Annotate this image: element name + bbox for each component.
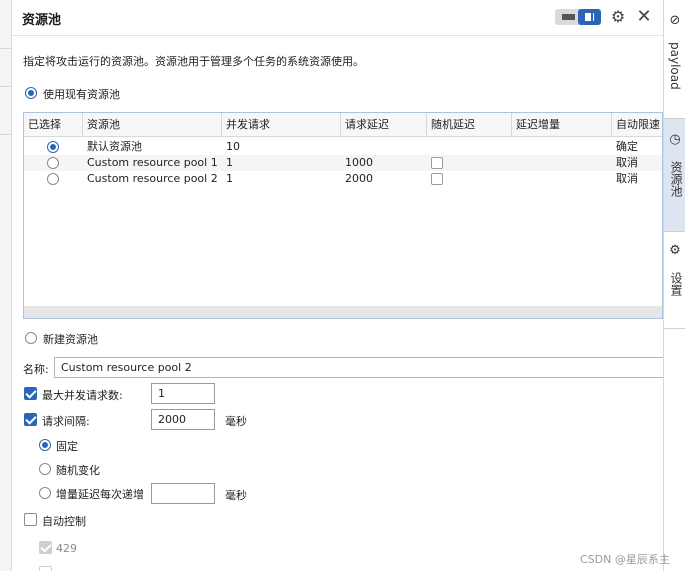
max-concurrent-label: 最大并发请求数: — [42, 389, 123, 402]
sidebar-tab-label: payload — [668, 42, 682, 90]
sidebar-tab-settings[interactable]: ⚙ 设置 — [664, 232, 685, 328]
column-header-concurrent[interactable]: 并发请求 — [222, 113, 341, 137]
auto-control-label: 自动控制 — [42, 515, 86, 528]
close-icon[interactable]: ✕ — [635, 8, 653, 26]
row-pool-name: Custom resource pool 1 — [87, 156, 218, 169]
status-429-checkbox — [39, 541, 52, 554]
row-throttle: 取消 — [616, 172, 638, 185]
column-header-delay-increment[interactable]: 延迟增量 — [512, 113, 612, 137]
row-throttle: 确定 — [616, 140, 638, 153]
gear-icon: ⚙ — [669, 243, 681, 258]
create-new-pool-radio[interactable] — [25, 332, 37, 344]
gear-icon[interactable]: ⚙ — [609, 8, 627, 26]
left-strip-divider — [0, 134, 11, 135]
table-row[interactable]: Custom resource pool 1 1 1000 取消 — [24, 155, 662, 171]
row-concurrent: 10 — [226, 140, 240, 153]
request-interval-checkbox[interactable] — [24, 413, 37, 426]
row-select-radio[interactable] — [47, 173, 59, 185]
row-random-delay-checkbox[interactable] — [431, 173, 443, 185]
table-row[interactable]: 默认资源池 10 确定 — [24, 139, 662, 155]
table-row[interactable]: Custom resource pool 2 1 2000 取消 — [24, 171, 662, 187]
pool-name-input[interactable] — [54, 357, 663, 378]
sidebar-divider — [664, 328, 685, 329]
column-header-pool[interactable]: 资源池 — [83, 113, 222, 137]
column-header-delay[interactable]: 请求延迟 — [341, 113, 427, 137]
table-header: 已选择 资源池 并发请求 请求延迟 随机延迟 延迟增量 自动限速 — [24, 113, 662, 137]
pool-name-label: 名称: — [23, 363, 49, 376]
max-concurrent-checkbox[interactable] — [24, 387, 37, 400]
right-sidebar: ⊘ payload ◷ 资源池 ⚙ 设置 — [663, 0, 685, 571]
column-header-selected[interactable]: 已选择 — [24, 113, 83, 137]
sidebar-tab-label: 资源池 — [669, 161, 683, 197]
status-next-checkbox — [39, 566, 52, 571]
card-view-icon[interactable] — [578, 9, 601, 25]
interval-increment-unit: 毫秒 — [225, 489, 247, 502]
row-random-delay-checkbox[interactable] — [431, 157, 443, 169]
sidebar-tab-label: 设置 — [669, 272, 683, 296]
interval-increment-input[interactable] — [151, 483, 215, 504]
interval-fixed-label: 固定 — [56, 440, 78, 453]
resource-pool-panel: 资源池 ⚙ ✕ 指定将攻击运行的资源池。资源池用于管理多个任务的系统资源使用。 … — [12, 0, 663, 571]
interval-fixed-radio[interactable] — [39, 439, 51, 451]
panel-header: 资源池 ⚙ ✕ — [12, 0, 663, 36]
sidebar-tab-resource-pool[interactable]: ◷ 资源池 — [664, 119, 685, 231]
table-horizontal-scrollbar[interactable] — [24, 306, 662, 318]
request-interval-label: 请求间隔: — [42, 415, 90, 428]
clock-icon: ◷ — [669, 132, 681, 147]
payload-icon: ⊘ — [669, 13, 681, 28]
row-pool-name: Custom resource pool 2 — [87, 172, 218, 185]
list-view-icon[interactable] — [555, 9, 578, 25]
row-delay: 1000 — [345, 156, 373, 169]
status-429-label: 429 — [56, 542, 77, 555]
interval-random-radio[interactable] — [39, 463, 51, 475]
auto-control-checkbox[interactable] — [24, 513, 37, 526]
row-throttle: 取消 — [616, 156, 638, 169]
create-new-pool-label: 新建资源池 — [43, 333, 98, 346]
row-pool-name: 默认资源池 — [87, 140, 142, 153]
view-toggle[interactable] — [555, 9, 601, 25]
request-interval-input[interactable] — [151, 409, 215, 430]
left-strip-divider — [0, 86, 11, 87]
left-edge-strip — [0, 0, 12, 571]
panel-title: 资源池 — [22, 13, 62, 28]
use-existing-pool-radio[interactable] — [25, 87, 37, 99]
sidebar-tab-payload[interactable]: ⊘ payload — [664, 0, 685, 118]
row-select-radio[interactable] — [47, 157, 59, 169]
row-concurrent: 1 — [226, 156, 233, 169]
max-concurrent-input[interactable] — [151, 383, 215, 404]
interval-random-label: 随机变化 — [56, 464, 100, 477]
request-interval-unit: 毫秒 — [225, 415, 247, 428]
use-existing-pool-label: 使用现有资源池 — [43, 88, 120, 101]
row-delay: 2000 — [345, 172, 373, 185]
interval-increment-label: 增量延迟每次递增 — [56, 488, 144, 501]
row-select-radio[interactable] — [47, 141, 59, 153]
resource-pool-table: 已选择 资源池 并发请求 请求延迟 随机延迟 延迟增量 自动限速 默认资源池 1… — [23, 112, 663, 319]
column-header-auto-throttle[interactable]: 自动限速 — [612, 113, 662, 137]
panel-description: 指定将攻击运行的资源池。资源池用于管理多个任务的系统资源使用。 — [23, 55, 364, 68]
left-strip-divider — [0, 48, 11, 49]
column-header-random-delay[interactable]: 随机延迟 — [427, 113, 512, 137]
watermark: CSDN @星辰系主 — [580, 553, 670, 566]
interval-increment-radio[interactable] — [39, 487, 51, 499]
row-concurrent: 1 — [226, 172, 233, 185]
